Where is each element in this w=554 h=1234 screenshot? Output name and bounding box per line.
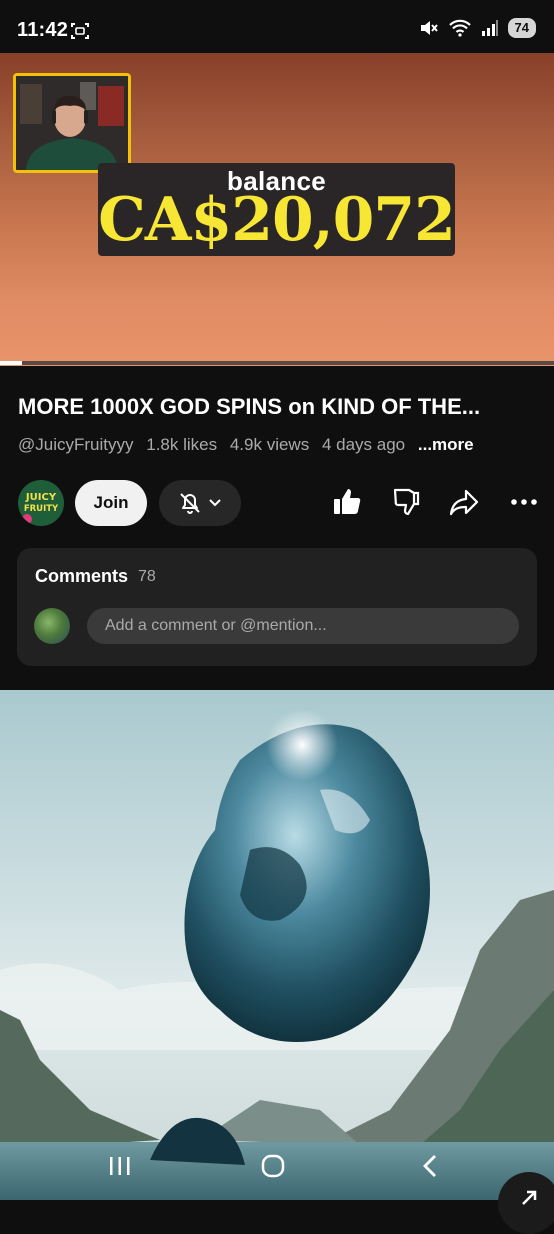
- video-info-panel: MORE 1000X GOD SPINS on KIND OF THE... @…: [0, 366, 554, 690]
- more-horizontal-icon: [511, 499, 537, 505]
- balance-value: CA$20,072: [98, 185, 456, 255]
- like-count: 1.8k likes: [146, 435, 218, 454]
- more-actions-button[interactable]: [506, 484, 542, 520]
- thumbs-up-icon: [334, 489, 361, 514]
- wifi-icon: [448, 19, 471, 37]
- back-button[interactable]: [410, 1148, 450, 1184]
- avatar-text-top: JUICY: [25, 492, 57, 503]
- comments-title: Comments: [35, 566, 129, 586]
- video-player[interactable]: balance CA$20,072: [0, 53, 554, 366]
- mute-icon: [420, 21, 438, 35]
- home-icon: [261, 1154, 285, 1178]
- upload-age: 4 days ago: [321, 435, 406, 454]
- home-button[interactable]: [253, 1148, 293, 1184]
- status-bar: 11:42 74: [0, 0, 554, 60]
- notifications-button[interactable]: [159, 480, 241, 526]
- avatar-text-bottom: FRUITY: [24, 504, 59, 514]
- recent-apps-button[interactable]: [100, 1148, 140, 1184]
- view-count: 4.9k views: [229, 435, 310, 454]
- video-progress-bar[interactable]: [0, 361, 554, 365]
- comments-card[interactable]: Comments 78 Add a comment or @mention...: [17, 548, 537, 666]
- back-icon: [423, 1155, 436, 1177]
- bell-off-icon: [180, 493, 200, 514]
- share-icon: [449, 489, 479, 516]
- streamer-image: [16, 76, 128, 170]
- webcam-overlay: [13, 73, 131, 173]
- comments-count: 78: [138, 568, 156, 585]
- battery-indicator: 74: [507, 18, 536, 38]
- signal-icon: [481, 20, 498, 36]
- status-time: 11:42: [17, 19, 69, 41]
- feed-thumbnail[interactable]: [0, 690, 554, 1200]
- dislike-button[interactable]: [388, 484, 424, 520]
- channel-avatar[interactable]: JUICY FRUITY: [18, 480, 64, 526]
- balance-overlay: balance CA$20,072: [98, 163, 456, 256]
- video-title[interactable]: MORE 1000X GOD SPINS on KIND OF THE...: [18, 394, 540, 420]
- chevron-down-icon: [209, 499, 221, 507]
- share-button[interactable]: [446, 484, 482, 520]
- channel-handle: @JuicyFruityyy: [18, 435, 134, 454]
- user-avatar: [34, 608, 70, 644]
- expand-button[interactable]: [498, 1172, 554, 1234]
- more-link[interactable]: ...more: [418, 435, 474, 454]
- chrome-blob-image: [0, 690, 554, 1200]
- expand-icon: [522, 1190, 537, 1205]
- screenshot-icon: [71, 23, 89, 39]
- thumbs-down-icon: [393, 488, 420, 516]
- like-button[interactable]: [329, 484, 365, 520]
- video-progress-fill: [0, 361, 23, 365]
- join-button[interactable]: Join: [75, 480, 147, 526]
- recent-apps-icon: [110, 1157, 130, 1175]
- comment-input[interactable]: Add a comment or @mention...: [87, 608, 519, 644]
- video-meta[interactable]: @JuicyFruityyy 1.8k likes 4.9k views 4 d…: [18, 435, 482, 455]
